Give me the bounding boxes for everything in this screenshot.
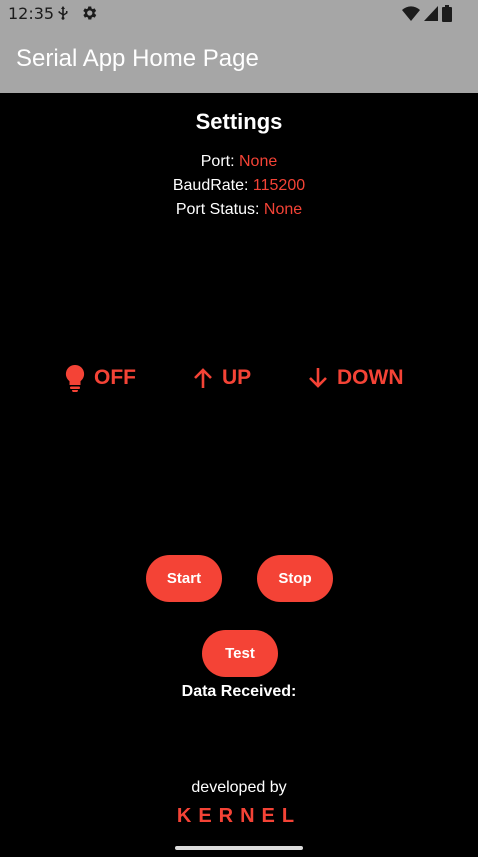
port-status-value: None <box>263 201 303 218</box>
port-status-label: Port Status: <box>175 201 260 218</box>
settings-title: Settings <box>195 109 283 134</box>
port-info: Port: None <box>0 153 478 171</box>
signal-icon <box>424 6 438 21</box>
data-received-label: Data Received: <box>181 683 297 700</box>
wifi-icon <box>402 5 420 21</box>
battery-icon <box>442 5 452 22</box>
usb-icon <box>58 6 68 20</box>
brand-logo: KERNEL <box>176 805 302 827</box>
status-bar: 12:35 <box>0 0 478 27</box>
gear-icon <box>83 6 97 20</box>
off-label: OFF <box>94 366 136 389</box>
app-bar: Serial App Home Page <box>0 27 478 93</box>
app-title: Serial App Home Page <box>16 45 259 72</box>
port-value: None <box>239 153 278 170</box>
up-label: UP <box>222 366 252 389</box>
up-button[interactable]: UP <box>192 363 251 393</box>
navigation-handle[interactable] <box>175 846 303 850</box>
down-label: DOWN <box>337 366 404 389</box>
developed-by-text: developed by <box>191 779 287 796</box>
arrow-down-icon <box>309 368 327 388</box>
down-button[interactable]: DOWN <box>307 363 404 393</box>
stop-button[interactable]: Stop <box>257 555 333 602</box>
baudrate-label: BaudRate: <box>172 177 249 194</box>
status-time: 12:35 <box>8 4 55 23</box>
main-content: Settings Port: None BaudRate: 115200 Por… <box>0 93 478 857</box>
port-status-info: Port Status: None <box>0 201 478 219</box>
test-button[interactable]: Test <box>202 630 278 677</box>
off-button[interactable]: OFF <box>64 363 136 393</box>
arrow-up-icon <box>194 368 212 388</box>
status-right-icons <box>402 5 452 22</box>
baudrate-value: 115200 <box>252 177 306 194</box>
start-button[interactable]: Start <box>146 555 222 602</box>
port-label: Port: <box>200 153 235 170</box>
lightbulb-icon <box>65 364 85 392</box>
baudrate-info: BaudRate: 115200 <box>0 177 478 195</box>
